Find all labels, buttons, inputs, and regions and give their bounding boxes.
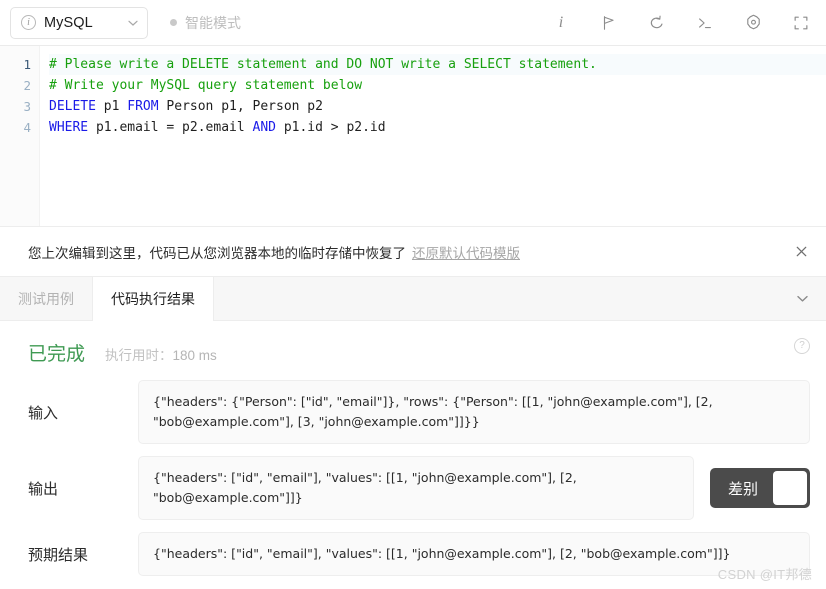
fullscreen-icon[interactable] <box>790 12 812 34</box>
tab-testcases[interactable]: 测试用例 <box>0 277 92 320</box>
code-line[interactable]: # Write your MySQL query statement below <box>49 75 826 96</box>
runtime-info: 执行用时：180 ms <box>105 344 217 364</box>
info-circle-icon: i <box>21 15 36 30</box>
runtime-label: 执行用时： <box>105 348 173 363</box>
code-comment: # Please write a DELETE statement and DO… <box>49 57 597 72</box>
diff-toggle[interactable]: 差别 <box>710 468 810 508</box>
settings-gear-icon[interactable] <box>742 12 764 34</box>
notice-message: 您上次编辑到这里，代码已从您浏览器本地的临时存储中恢复了 <box>28 245 406 261</box>
execution-result-panel: 已完成 执行用时：180 ms ? 输入 {"headers": {"Perso… <box>0 321 826 589</box>
smart-mode-label: 智能模式 <box>185 14 241 31</box>
output-value: {"headers": ["id", "email"], "values": [… <box>138 456 694 520</box>
info-icon[interactable]: i <box>550 12 572 34</box>
diff-toggle-label: 差别 <box>727 480 758 498</box>
language-select[interactable]: i MySQL <box>10 6 148 39</box>
output-row: 输出 {"headers": ["id", "email"], "values"… <box>0 456 826 520</box>
runtime-value: 180 ms <box>172 348 217 363</box>
restore-default-template-link[interactable]: 还原默认代码模版 <box>412 242 520 262</box>
line-number: 4 <box>23 120 31 135</box>
tab-execution-result[interactable]: 代码执行结果 <box>92 277 214 321</box>
expected-row: 预期结果 {"headers": ["id", "email"], "value… <box>0 532 826 576</box>
chevron-down-icon <box>127 17 139 29</box>
code-text: Person p1, Person p2 <box>158 99 323 114</box>
editor-toolbar: i MySQL 智能模式 i <box>0 0 826 46</box>
toolbar-actions: i <box>550 12 812 34</box>
code-text: p1.id > p2.id <box>276 120 386 135</box>
code-editor[interactable]: 1 2 3 4 # Please write a DELETE statement a… <box>0 46 826 227</box>
code-keyword: DELETE <box>49 99 96 114</box>
status-row: 已完成 执行用时：180 ms ? <box>0 338 826 366</box>
expected-value: {"headers": ["id", "email"], "values": [… <box>138 532 810 576</box>
flag-icon[interactable] <box>598 12 620 34</box>
status-dot-icon <box>170 19 177 26</box>
output-label: 输出 <box>28 480 59 498</box>
language-select-value: MySQL <box>44 14 93 31</box>
chevron-down-icon[interactable] <box>779 277 826 320</box>
line-number: 2 <box>23 78 31 93</box>
input-row: 输入 {"headers": {"Person": ["id", "email"… <box>0 380 826 444</box>
code-line[interactable]: # Please write a DELETE statement and DO… <box>49 54 826 75</box>
code-line[interactable]: WHERE p1.email = p2.email AND p1.id > p2… <box>49 117 826 138</box>
code-content[interactable]: # Please write a DELETE statement and DO… <box>40 46 826 226</box>
line-number: 3 <box>23 99 31 114</box>
restore-code-notice: 您上次编辑到这里，代码已从您浏览器本地的临时存储中恢复了 还原默认代码模版 <box>0 227 826 277</box>
diff-toggle-knob <box>773 471 807 505</box>
reset-icon[interactable] <box>646 12 668 34</box>
line-number: 1 <box>23 57 31 72</box>
code-text: p1 <box>95 99 128 114</box>
console-icon[interactable] <box>694 12 716 34</box>
line-number-gutter: 1 2 3 4 <box>0 46 40 226</box>
status-badge: 已完成 <box>28 344 86 365</box>
expected-label: 预期结果 <box>28 546 89 564</box>
smart-mode-toggle[interactable]: 智能模式 <box>170 13 241 33</box>
question-mark-icon[interactable]: ? <box>794 338 810 354</box>
code-comment: # Write your MySQL query statement below <box>49 78 363 93</box>
code-keyword: AND <box>252 120 276 135</box>
code-keyword: FROM <box>127 99 159 114</box>
leetcode-playground: i MySQL 智能模式 i 1 2 3 4 # Please write a … <box>0 0 826 589</box>
code-keyword: WHERE <box>49 120 89 135</box>
input-value: {"headers": {"Person": ["id", "email"]},… <box>138 380 810 444</box>
result-tabbar: 测试用例 代码执行结果 <box>0 277 826 321</box>
close-icon[interactable] <box>790 241 812 263</box>
code-line[interactable]: DELETE p1 FROM Person p1, Person p2 <box>49 96 826 117</box>
code-text: p1.email = p2.email <box>88 120 253 135</box>
input-label: 输入 <box>28 404 59 422</box>
